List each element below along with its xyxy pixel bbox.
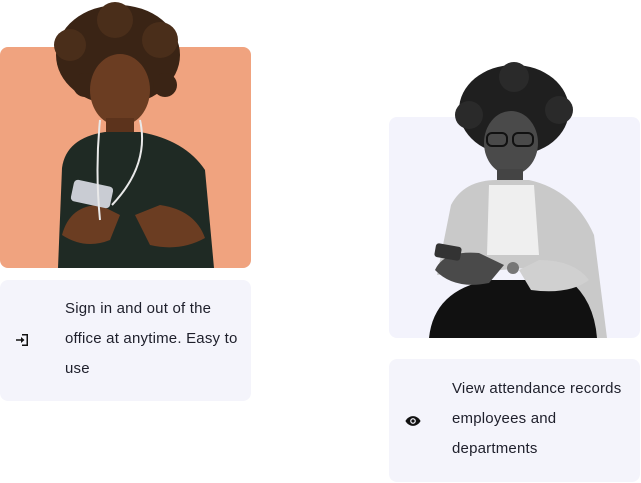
woman-on-phone-grayscale-image <box>429 62 607 338</box>
feature-1-caption-card: Sign in and out of the office at anytime… <box>0 280 251 401</box>
feature-2-description: View attendance records employees and de… <box>452 380 622 457</box>
woman-with-phone-image <box>54 2 214 268</box>
feature-2-photo-card <box>389 62 640 338</box>
feature-1-description: Sign in and out of the office at anytime… <box>65 300 238 377</box>
eye-icon <box>405 413 421 429</box>
feature-2-caption-card: View attendance records employees and de… <box>389 359 640 482</box>
feature-1-photo-card <box>0 2 251 268</box>
sign-in-icon <box>14 332 30 348</box>
